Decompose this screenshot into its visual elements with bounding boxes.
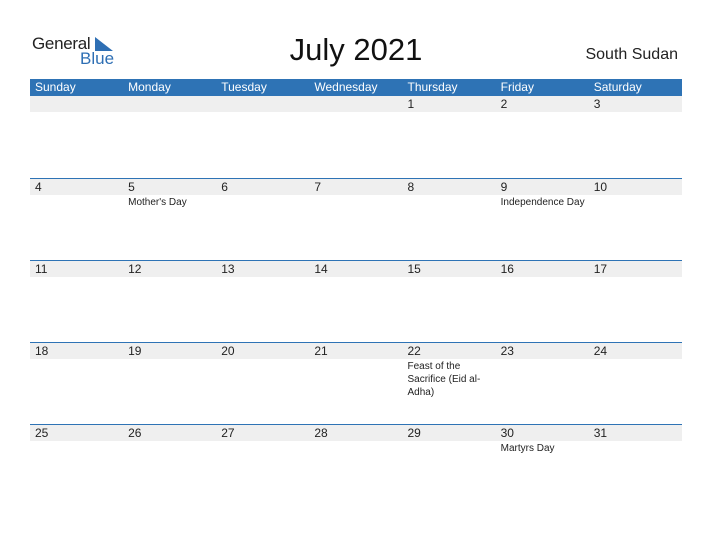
day-number: 20 xyxy=(221,344,235,358)
holiday-label: Independence Day xyxy=(500,197,585,208)
day-number: 14 xyxy=(314,262,328,276)
day-number: 2 xyxy=(500,97,508,111)
day-number: 9 xyxy=(500,180,508,194)
day-cell: 29 xyxy=(403,425,496,455)
day-cell: 23 xyxy=(496,343,589,399)
weekday-saturday: Saturday xyxy=(593,80,642,94)
day-number: 22 xyxy=(407,344,421,358)
day-cell: 22 Feast of the Sacrifice (Eid al-Adha) xyxy=(403,343,496,399)
day-number: 19 xyxy=(128,344,142,358)
day-number: 6 xyxy=(221,180,228,194)
weekday-sunday: Sunday xyxy=(35,80,76,94)
day-number xyxy=(221,96,309,112)
weekday-wednesday: Wednesday xyxy=(314,80,378,94)
day-number: 26 xyxy=(128,426,142,440)
weekday-monday: Monday xyxy=(128,80,171,94)
day-number: 15 xyxy=(407,262,421,276)
day-number: 28 xyxy=(314,426,328,440)
day-cell: 14 xyxy=(309,261,402,277)
day-number: 10 xyxy=(593,180,608,194)
day-number: 31 xyxy=(593,426,608,440)
day-number xyxy=(35,96,123,112)
day-cell: 11 xyxy=(30,261,123,277)
holiday-label: Mother's Day xyxy=(128,197,187,208)
weekday-thursday: Thursday xyxy=(407,80,458,94)
day-number: 4 xyxy=(35,180,42,194)
weekday-friday: Friday xyxy=(500,80,534,94)
day-cell xyxy=(216,96,309,112)
day-number: 7 xyxy=(314,180,322,194)
day-cell: 15 xyxy=(403,261,496,277)
week-row: 18 19 20 21 22 Feast of the Sacrifice (Eid al… xyxy=(30,342,682,424)
day-number: 23 xyxy=(500,344,514,358)
day-cell: 3 xyxy=(589,96,682,112)
day-number: 8 xyxy=(407,180,415,194)
day-cell: 26 xyxy=(123,425,216,455)
day-number: 16 xyxy=(500,262,514,276)
day-cell: 12 xyxy=(123,261,216,277)
day-number: 21 xyxy=(314,344,328,358)
day-cell: 16 xyxy=(496,261,589,277)
day-cell: 20 xyxy=(216,343,309,399)
day-cell: 21 xyxy=(309,343,402,399)
day-cell: 13 xyxy=(216,261,309,277)
day-number: 12 xyxy=(128,262,142,276)
day-cell: 27 xyxy=(216,425,309,455)
day-number: 18 xyxy=(35,344,49,358)
country-name: South Sudan xyxy=(585,46,678,63)
day-cell: 5 Mother's Day xyxy=(123,179,216,209)
day-cell: 10 xyxy=(589,179,682,209)
week-row: 11 12 13 14 15 16 17 xyxy=(30,260,682,342)
day-number: 24 xyxy=(593,344,608,358)
day-number: 25 xyxy=(35,426,49,440)
day-cell xyxy=(30,96,123,112)
day-cell: 19 xyxy=(123,343,216,399)
day-number xyxy=(314,96,402,112)
day-cell: 25 xyxy=(30,425,123,455)
day-cell: 9 Independence Day xyxy=(496,179,589,209)
day-cell: 31 xyxy=(589,425,682,455)
day-cell: 18 xyxy=(30,343,123,399)
day-cell: 17 xyxy=(589,261,682,277)
day-cell: 24 xyxy=(589,343,682,399)
day-cell: 8 xyxy=(403,179,496,209)
day-number: 1 xyxy=(407,97,415,111)
week-row: 25 26 27 28 29 30 Martyrs Day 31 xyxy=(30,424,682,506)
day-number: 29 xyxy=(407,426,421,440)
day-cell xyxy=(309,96,402,112)
day-cell: 1 xyxy=(403,96,496,112)
day-cell: 4 xyxy=(30,179,123,209)
week-row: 1 2 3 xyxy=(30,96,682,178)
day-cell: 7 xyxy=(309,179,402,209)
day-number: 3 xyxy=(593,97,601,111)
holiday-label: Feast of the Sacrifice (Eid al-Adha) xyxy=(407,361,481,398)
day-cell: 2 xyxy=(496,96,589,112)
weekday-header: Sunday Monday Tuesday Wednesday Thursday Frid… xyxy=(30,79,682,96)
day-cell: 30 Martyrs Day xyxy=(496,425,589,455)
day-cell: 28 xyxy=(309,425,402,455)
weekday-tuesday: Tuesday xyxy=(221,80,267,94)
day-number: 17 xyxy=(593,262,608,276)
day-number: 13 xyxy=(221,262,235,276)
holiday-label: Martyrs Day xyxy=(500,443,555,454)
day-number: 11 xyxy=(35,262,48,276)
day-number: 5 xyxy=(128,180,135,194)
day-number xyxy=(128,96,216,112)
day-cell xyxy=(123,96,216,112)
day-cell: 6 xyxy=(216,179,309,209)
week-row: 4 5 Mother's Day 6 7 8 9 Independence Day 10 xyxy=(30,178,682,260)
calendar-grid: Sunday Monday Tuesday Wednesday Thursday Frid… xyxy=(30,79,682,506)
day-number: 30 xyxy=(500,426,514,440)
day-number: 27 xyxy=(221,426,235,440)
